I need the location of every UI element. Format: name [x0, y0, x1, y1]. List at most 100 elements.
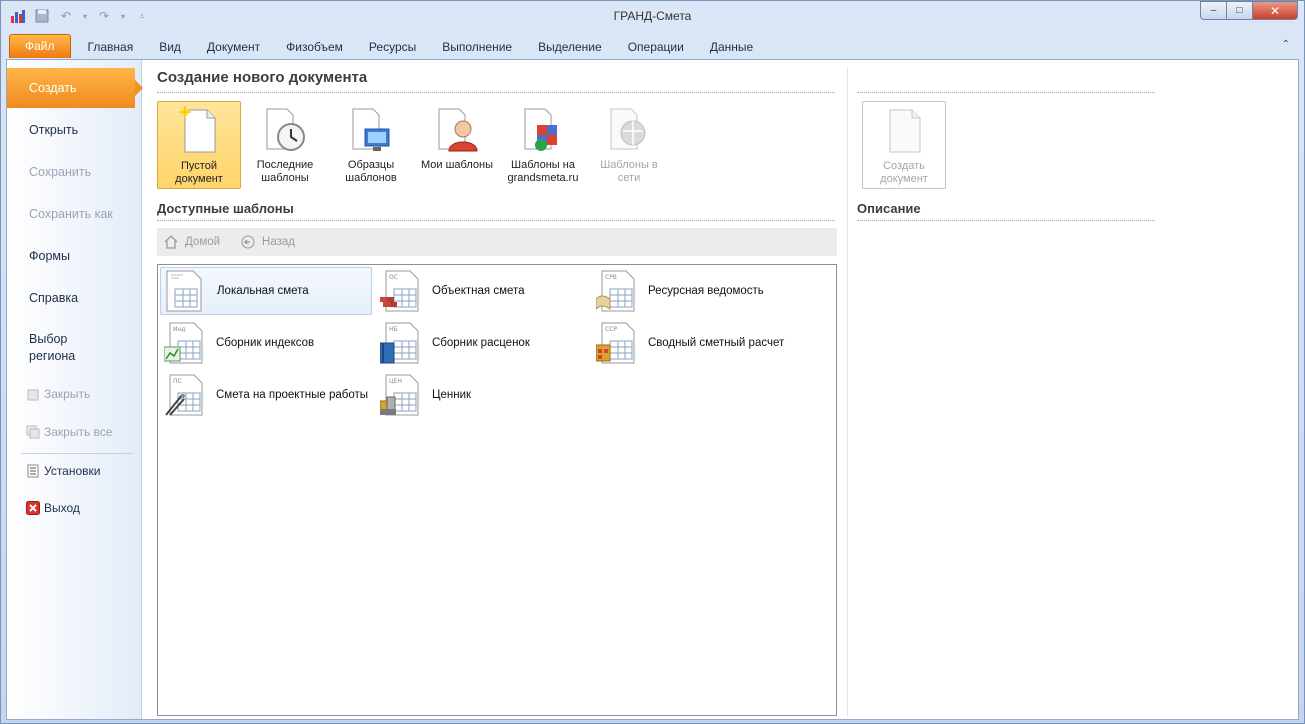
- home-label: Домой: [185, 236, 221, 248]
- settings-icon: [26, 464, 40, 478]
- template-summary-estimate[interactable]: ССР Сводный сметный расчет: [592, 319, 804, 367]
- template-rates-collection[interactable]: НБ Сборник расценок: [376, 319, 588, 367]
- tab-resources[interactable]: Ресурсы: [356, 36, 429, 58]
- object-estimate-icon: ОС: [380, 269, 420, 313]
- home-nav-button[interactable]: Домой: [163, 234, 220, 250]
- object-estimate-code: ОС: [389, 274, 398, 281]
- ribbon-tabs: Файл Главная Вид Документ Физобъем Ресур…: [9, 34, 766, 58]
- tab-view[interactable]: Вид: [146, 36, 194, 58]
- tab-file[interactable]: Файл: [9, 34, 71, 58]
- tab-execution[interactable]: Выполнение: [429, 36, 525, 58]
- nav-exit[interactable]: Выход: [26, 501, 80, 515]
- nav-close[interactable]: Закрыть: [26, 387, 90, 401]
- tab-document[interactable]: Документ: [194, 36, 273, 58]
- template-price-list[interactable]: ЦЕН Ценник: [376, 371, 588, 419]
- maximize-button[interactable]: □: [1226, 1, 1253, 20]
- tab-data[interactable]: Данные: [697, 36, 766, 58]
- nav-select-region[interactable]: Выбор региона: [7, 326, 142, 370]
- nav-close-all[interactable]: Закрыть все: [26, 425, 112, 439]
- nav-save[interactable]: Сохранить: [7, 152, 142, 192]
- template-index-collection-label: Сборник индексов: [216, 337, 315, 349]
- price-list-code: ЦЕН: [389, 378, 402, 385]
- resource-statement-code: СРВ: [605, 274, 617, 281]
- template-rates-collection-label: Сборник расценок: [432, 337, 530, 349]
- create-section-title: Создание нового документа: [157, 69, 368, 86]
- nav-open[interactable]: Открыть: [7, 110, 142, 150]
- tile-network-line2: сети: [617, 172, 641, 184]
- template-design-works-estimate[interactable]: ПС Смета на проектные работы: [160, 371, 372, 419]
- template-price-list-label: Ценник: [432, 389, 472, 401]
- tab-selection[interactable]: Выделение: [525, 36, 615, 58]
- nav-close-all-label: Закрыть все: [44, 425, 113, 439]
- templates-list: Локальная смета ОС Объектная смета СРВ Р…: [157, 264, 837, 716]
- exit-icon: [26, 501, 40, 515]
- nav-settings-label: Установки: [44, 464, 101, 478]
- backstage-view: Создать Открыть Сохранить Сохранить как …: [6, 59, 1299, 720]
- template-object-estimate[interactable]: ОС Объектная смета: [376, 267, 588, 315]
- summary-estimate-code: ССР: [605, 326, 617, 333]
- network-document-icon: [605, 105, 653, 155]
- tile-sample-templates[interactable]: Образцы шаблонов: [329, 101, 413, 189]
- tile-online-line2: grandsmeta.ru: [507, 172, 579, 184]
- template-navbar: Домой Назад: [157, 228, 837, 256]
- close-window-button[interactable]: ✕: [1252, 1, 1298, 20]
- tile-samples-line2: шаблонов: [345, 172, 397, 184]
- description-title: Описание: [857, 201, 921, 216]
- create-document-line1: Создать: [883, 160, 925, 172]
- web-document-icon: [519, 105, 567, 155]
- nav-region-line2: региона: [29, 349, 76, 363]
- available-title-divider: [157, 220, 835, 221]
- tile-network-templates[interactable]: Шаблоны в сети: [587, 101, 671, 189]
- tile-blank-document[interactable]: Пустой документ: [157, 101, 241, 189]
- tile-recent-templates[interactable]: Последние шаблоны: [243, 101, 327, 189]
- rates-collection-code: НБ: [389, 326, 398, 333]
- tile-blank-line2: документ: [175, 173, 223, 185]
- minimize-button[interactable]: –: [1200, 1, 1227, 20]
- template-summary-estimate-label: Сводный сметный расчет: [648, 337, 785, 349]
- nav-forms[interactable]: Формы: [7, 236, 142, 276]
- template-local-estimate[interactable]: Локальная смета: [160, 267, 372, 315]
- template-object-estimate-label: Объектная смета: [432, 285, 525, 297]
- nav-close-label: Закрыть: [44, 387, 91, 401]
- right-top-divider: [857, 92, 1155, 93]
- tile-online-templates[interactable]: Шаблоны на grandsmeta.ru: [501, 101, 585, 189]
- clock-document-icon: [261, 105, 309, 155]
- nav-region-line1: Выбор: [29, 332, 68, 346]
- close-all-icon: [26, 425, 40, 439]
- tab-operations[interactable]: Операции: [615, 36, 697, 58]
- nav-create[interactable]: Создать: [7, 68, 143, 108]
- tab-physical-volume[interactable]: Физобъем: [273, 36, 356, 58]
- template-design-works-label: Смета на проектные работы: [216, 389, 368, 401]
- nav-save-as[interactable]: Сохранить как: [7, 194, 142, 234]
- tile-my-templates-line1: Мои шаблоны: [421, 159, 493, 171]
- create-document-icon: [880, 106, 928, 156]
- backstage-nav: Создать Открыть Сохранить Сохранить как …: [7, 60, 143, 719]
- back-arrow-icon: [240, 234, 256, 250]
- template-resource-statement[interactable]: СРВ Ресурсная ведомость: [592, 267, 804, 315]
- close-doc-icon: [26, 387, 40, 401]
- blank-document-icon: [175, 106, 223, 156]
- tile-online-line1: Шаблоны на: [511, 159, 575, 171]
- nav-separator: [21, 453, 133, 454]
- resource-statement-icon: СРВ: [595, 269, 636, 313]
- tile-recent-line1: Последние: [256, 159, 314, 171]
- right-column-separator: [847, 68, 848, 716]
- nav-settings[interactable]: Установки: [26, 464, 100, 478]
- ribbon-collapse-icon[interactable]: ⌃: [1282, 39, 1290, 50]
- template-index-collection[interactable]: Инд Сборник индексов: [160, 319, 372, 367]
- monitor-document-icon: [347, 105, 395, 155]
- create-document-line2: документ: [880, 173, 928, 185]
- nav-exit-label: Выход: [44, 501, 80, 515]
- tile-recent-line2: шаблоны: [261, 172, 309, 184]
- tab-home[interactable]: Главная: [75, 36, 147, 58]
- create-document-button[interactable]: Создать документ: [862, 101, 946, 189]
- nav-help[interactable]: Справка: [7, 278, 142, 318]
- title-bar: ↶ ▾ ↷ ▾ ⩡ ГРАНД-Смета – □ ✕: [1, 1, 1304, 32]
- window-controls: – □ ✕: [1200, 1, 1298, 20]
- design-works-icon: ПС: [164, 373, 204, 417]
- summary-estimate-icon: ССР: [595, 321, 636, 365]
- price-list-icon: ЦЕН: [379, 373, 420, 417]
- back-nav-button[interactable]: Назад: [240, 234, 295, 250]
- tile-my-templates[interactable]: Мои шаблоны: [415, 101, 499, 189]
- rates-collection-icon: НБ: [379, 321, 420, 365]
